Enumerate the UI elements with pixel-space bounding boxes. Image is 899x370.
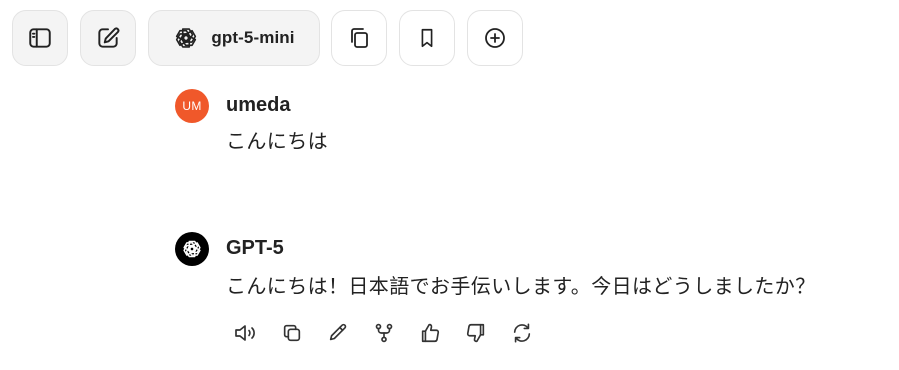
- thumbs-down-icon: [466, 323, 485, 343]
- copy-icon: [283, 324, 301, 342]
- assistant-avatar: [175, 232, 209, 266]
- branch-icon: [375, 323, 393, 343]
- new-chat-button[interactable]: [80, 10, 136, 66]
- user-name: umeda: [226, 94, 291, 116]
- openai-logo-icon: [183, 240, 201, 258]
- edit-icon: [98, 27, 120, 48]
- model-selector-button[interactable]: gpt-5-mini: [148, 10, 320, 66]
- regenerate-icon: [513, 323, 531, 343]
- plus-circle-icon: [485, 28, 505, 48]
- bookmark-icon: [421, 28, 433, 48]
- assistant-name: GPT-5: [226, 237, 284, 259]
- sidebar-toggle-button[interactable]: [12, 10, 68, 66]
- sidebar-toggle-icon: [29, 28, 51, 48]
- assistant-message-text: こんにちは！日本語でお手伝いします。今日はどうしましたか？: [226, 274, 816, 298]
- thumbs-up-button[interactable]: [417, 320, 443, 346]
- thumbs-down-button[interactable]: [463, 320, 489, 346]
- branch-button[interactable]: [371, 320, 397, 346]
- thumbs-up-icon: [421, 323, 440, 343]
- regenerate-button[interactable]: [509, 320, 535, 346]
- bookmark-button[interactable]: [399, 10, 455, 66]
- model-name: gpt-5-mini: [211, 28, 295, 47]
- copy-conversation-button[interactable]: [331, 10, 387, 66]
- user-message-text: こんにちは: [226, 129, 328, 153]
- user-avatar-initials: UM: [182, 99, 202, 113]
- speaker-icon: [235, 325, 255, 341]
- read-aloud-button[interactable]: [233, 320, 259, 346]
- copy-message-button[interactable]: [279, 320, 305, 346]
- copy-icon: [351, 28, 368, 48]
- openai-logo-icon: [176, 28, 197, 48]
- user-avatar: UM: [175, 89, 209, 123]
- edit-pencil-icon: [329, 323, 347, 341]
- edit-message-button[interactable]: [325, 320, 351, 346]
- add-button[interactable]: [467, 10, 523, 66]
